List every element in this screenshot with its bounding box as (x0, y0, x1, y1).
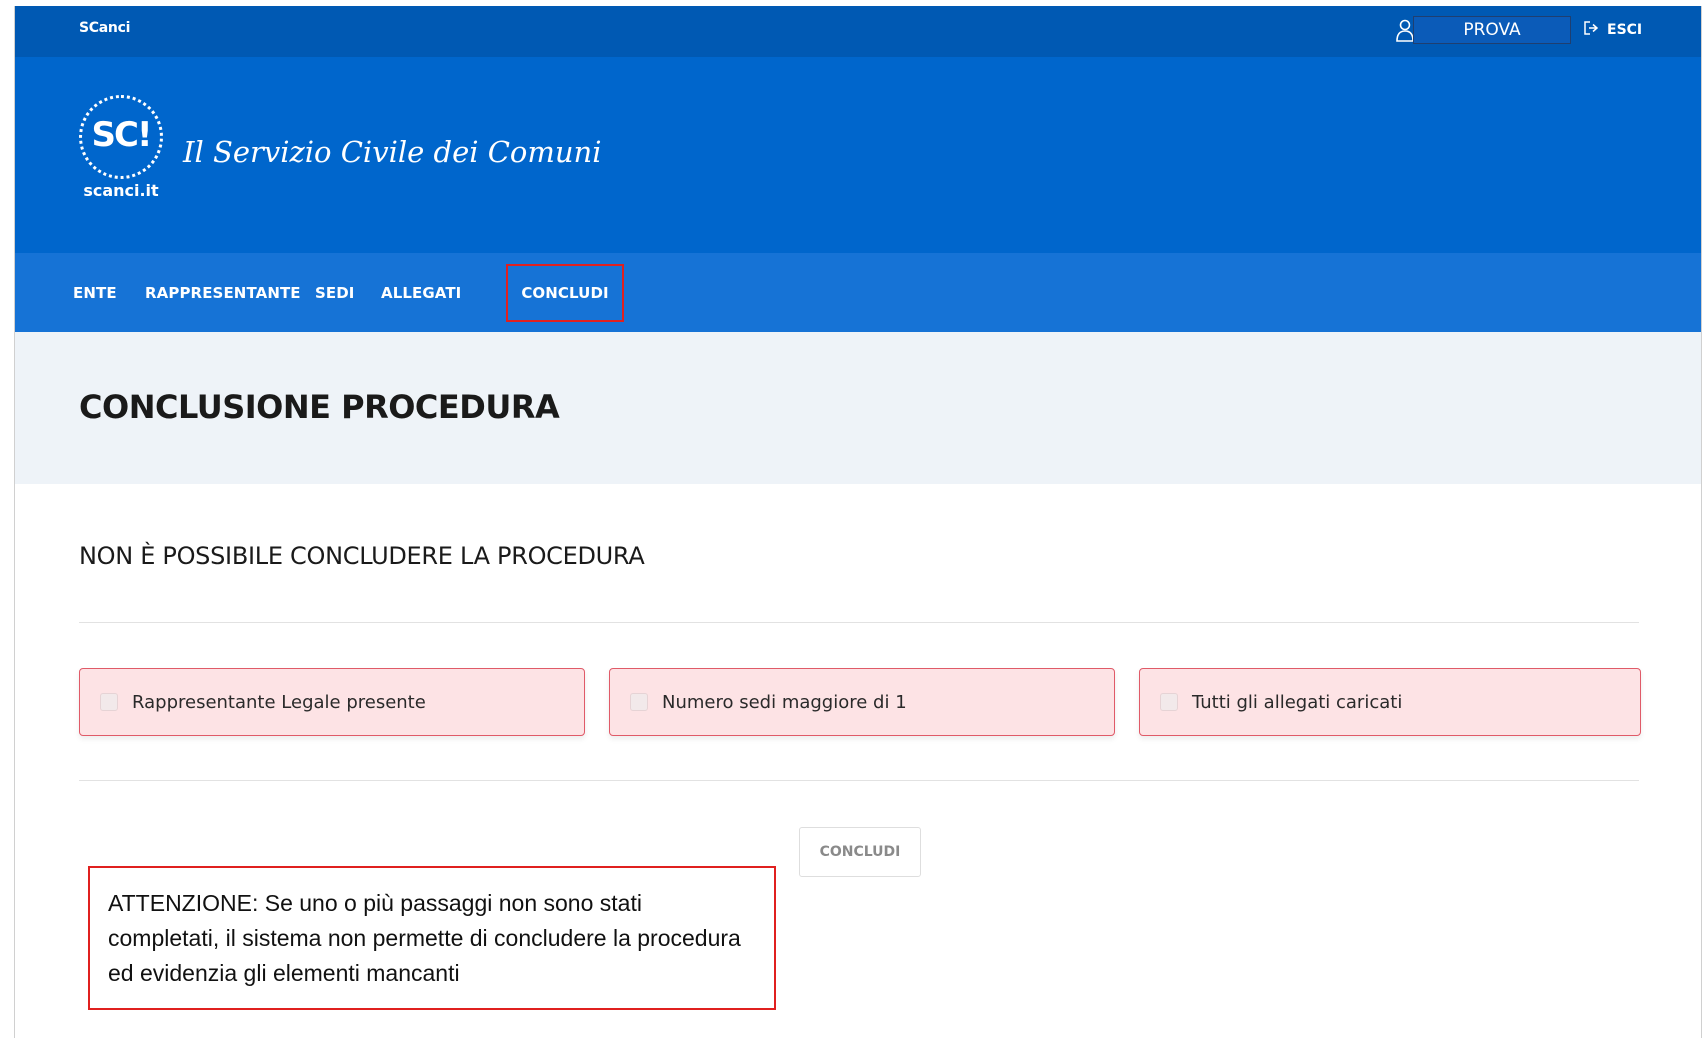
logout-label: ESCI (1607, 22, 1643, 38)
app-window: SCanci PROVA ESCI SC! scanci.it Il Servi… (14, 6, 1702, 1038)
main-nav: ENTE RAPPRESENTANTE SEDI ALLEGATI CONCLU… (15, 253, 1701, 332)
logout-icon (1583, 20, 1601, 40)
logo-caption: scanci.it (83, 181, 159, 200)
site-header: SC! scanci.it Il Servizio Civile dei Com… (15, 57, 1701, 253)
logout-button[interactable]: ESCI (1583, 20, 1642, 40)
user-icon (1395, 19, 1415, 43)
concludi-button[interactable]: CONCLUDI (799, 827, 921, 877)
check-label: Rappresentante Legale presente (132, 691, 426, 713)
divider-bottom (79, 780, 1639, 781)
status-subtitle: NON È POSSIBILE CONCLUDERE LA PROCEDURA (79, 542, 645, 570)
logo-mark: SC! (91, 115, 153, 155)
page-title: CONCLUSIONE PROCEDURA (79, 388, 560, 426)
nav-item-allegati[interactable]: ALLEGATI (381, 253, 461, 332)
checkbox-sedi[interactable] (630, 693, 648, 711)
top-bar: SCanci PROVA ESCI (15, 6, 1701, 57)
nav-item-sedi[interactable]: SEDI (315, 253, 354, 332)
site-title: Il Servizio Civile dei Comuni (183, 135, 602, 169)
nav-item-concludi[interactable]: CONCLUDI (506, 264, 624, 322)
user-name-field[interactable]: PROVA (1413, 16, 1571, 44)
brand-small: SCanci (79, 20, 131, 36)
check-label: Tutti gli allegati caricati (1192, 691, 1403, 713)
checkbox-allegati[interactable] (1160, 693, 1178, 711)
check-allegati: Tutti gli allegati caricati (1139, 668, 1641, 736)
check-sedi: Numero sedi maggiore di 1 (609, 668, 1115, 736)
check-label: Numero sedi maggiore di 1 (662, 691, 907, 713)
attention-notice: ATTENZIONE: Se uno o più passaggi non so… (88, 866, 776, 1010)
nav-item-ente[interactable]: ENTE (73, 253, 117, 332)
site-logo[interactable]: SC! scanci.it (77, 95, 169, 203)
checkbox-rappresentante[interactable] (100, 693, 118, 711)
divider-top (79, 622, 1639, 623)
page-title-band: CONCLUSIONE PROCEDURA (15, 332, 1701, 484)
check-rappresentante: Rappresentante Legale presente (79, 668, 585, 736)
nav-item-rappresentante[interactable]: RAPPRESENTANTE (145, 253, 301, 332)
